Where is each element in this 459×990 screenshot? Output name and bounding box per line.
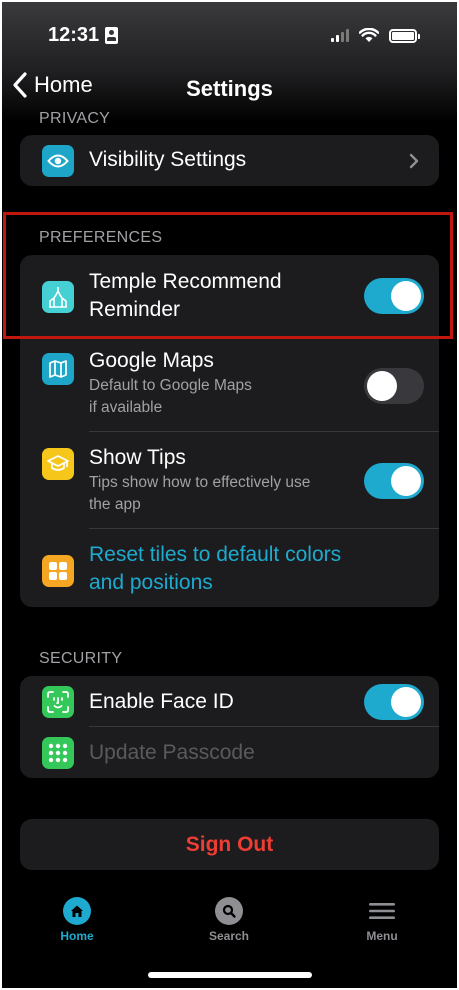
privacy-header: PRIVACY bbox=[39, 110, 111, 127]
show-tips-row: Show Tips Tips show how to effectively u… bbox=[20, 432, 439, 529]
reset-tiles-row[interactable]: Reset tiles to default colors and positi… bbox=[20, 529, 439, 607]
google-maps-row: Google Maps Default to Google Maps if av… bbox=[20, 339, 439, 432]
search-icon bbox=[215, 897, 243, 925]
wifi-icon bbox=[359, 28, 379, 42]
menu-icon bbox=[368, 897, 396, 925]
reset-tiles-label-line2: and positions bbox=[89, 571, 213, 594]
chevron-right-icon bbox=[409, 153, 419, 169]
face-id-row: Enable Face ID bbox=[20, 676, 439, 727]
reset-tiles-label: Reset tiles to default colors and positi… bbox=[89, 541, 341, 597]
google-maps-description: Default to Google Maps if available bbox=[89, 375, 252, 419]
battery-icon bbox=[389, 28, 420, 43]
tab-bar: Home Search Menu bbox=[2, 897, 457, 957]
phone-screen: 12:31 Home Settings PRIVACY Visibility S… bbox=[2, 2, 457, 988]
graduation-cap-icon bbox=[42, 448, 74, 480]
visibility-settings-label: Visibility Settings bbox=[89, 148, 247, 171]
google-maps-label: Google Maps bbox=[89, 349, 214, 372]
tiles-icon bbox=[42, 555, 74, 587]
home-indicator[interactable] bbox=[148, 972, 312, 978]
privacy-card: Visibility Settings bbox=[20, 135, 439, 186]
google-maps-description-line1: Default to Google Maps bbox=[89, 377, 252, 394]
show-tips-description: Tips show how to effectively use the app bbox=[89, 472, 310, 516]
tab-menu-label: Menu bbox=[366, 929, 398, 943]
status-time-text: 12:31 bbox=[48, 24, 100, 46]
cellular-signal-icon bbox=[331, 29, 349, 42]
keypad-icon bbox=[42, 737, 74, 769]
show-tips-description-line2: the app bbox=[89, 496, 141, 513]
face-id-toggle[interactable] bbox=[364, 684, 424, 720]
status-indicators bbox=[331, 28, 420, 43]
top-gradient bbox=[2, 2, 457, 122]
google-maps-toggle[interactable] bbox=[364, 368, 424, 404]
sign-out-button[interactable]: Sign Out bbox=[20, 819, 439, 870]
tab-search[interactable]: Search bbox=[184, 897, 274, 943]
show-tips-toggle[interactable] bbox=[364, 463, 424, 499]
reset-tiles-label-line1: Reset tiles to default colors bbox=[89, 543, 342, 566]
status-time: 12:31 bbox=[48, 24, 119, 47]
security-header: SECURITY bbox=[39, 650, 123, 667]
tab-home-label: Home bbox=[60, 929, 94, 943]
face-id-label: Enable Face ID bbox=[89, 690, 234, 713]
face-id-icon bbox=[42, 686, 74, 718]
tab-home[interactable]: Home bbox=[32, 897, 122, 943]
show-tips-label: Show Tips bbox=[89, 446, 186, 469]
home-icon bbox=[63, 897, 91, 925]
page-title: Settings bbox=[186, 76, 273, 101]
eye-icon bbox=[42, 145, 74, 177]
show-tips-description-line1: Tips show how to effectively use bbox=[89, 474, 311, 491]
google-maps-description-line2: if available bbox=[89, 399, 163, 416]
tab-search-label: Search bbox=[208, 929, 250, 943]
highlight-box bbox=[3, 212, 453, 339]
contact-card-icon bbox=[105, 27, 119, 44]
map-icon bbox=[42, 353, 74, 385]
visibility-settings-row[interactable]: Visibility Settings bbox=[20, 135, 439, 186]
update-passcode-row[interactable]: Update Passcode bbox=[20, 727, 439, 778]
security-card: Enable Face ID Update Passcode bbox=[20, 676, 439, 778]
tab-menu[interactable]: Menu bbox=[337, 897, 427, 943]
update-passcode-label: Update Passcode bbox=[89, 741, 255, 764]
